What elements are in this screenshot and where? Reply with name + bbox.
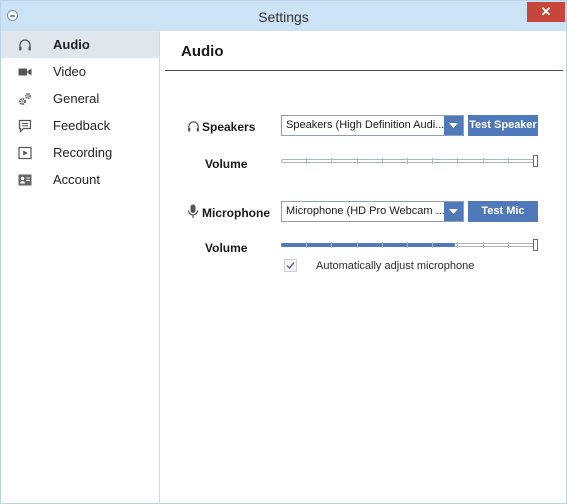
- auto-adjust-checkbox[interactable]: [284, 259, 297, 272]
- slider-tick: [483, 158, 484, 164]
- sidebar-item-label: General: [53, 91, 100, 106]
- test-mic-button[interactable]: Test Mic: [468, 201, 538, 222]
- microphone-icon: [187, 204, 199, 222]
- slider-tick: [306, 158, 307, 164]
- slider-tick: [483, 242, 484, 248]
- close-button[interactable]: ✕: [527, 2, 565, 22]
- slider-tick: [357, 158, 358, 164]
- feedback-icon: [17, 112, 33, 139]
- chevron-down-icon[interactable]: [444, 116, 463, 135]
- slider-thumb[interactable]: [533, 155, 538, 167]
- sidebar-item-label: Audio: [53, 37, 90, 52]
- sidebar-item-audio[interactable]: Audio: [1, 31, 159, 58]
- play-icon: [17, 139, 33, 166]
- sidebar-item-label: Feedback: [53, 118, 111, 133]
- slider-tick: [432, 158, 433, 164]
- speaker-volume-label: Volume: [205, 157, 248, 171]
- slider-tick: [457, 242, 458, 248]
- auto-adjust-label: Automatically adjust microphone: [316, 260, 475, 272]
- slider-tick: [508, 242, 509, 248]
- slider-tick: [382, 158, 383, 164]
- slider-tick: [407, 158, 408, 164]
- gears-icon: [17, 85, 33, 112]
- sidebar-item-general[interactable]: General: [1, 85, 159, 112]
- sidebar-item-label: Account: [53, 172, 100, 187]
- test-speaker-button[interactable]: Test Speaker: [468, 115, 538, 136]
- window-title: Settings: [258, 9, 309, 25]
- speaker-device-value: Speakers (High Definition Audi...: [286, 119, 445, 131]
- sidebar-item-label: Recording: [53, 145, 113, 160]
- sidebar-item-video[interactable]: Video: [1, 58, 159, 85]
- microphone-label: Microphone: [202, 206, 270, 220]
- speakers-label: Speakers: [202, 120, 256, 134]
- slider-tick: [432, 242, 433, 248]
- speaker-volume-slider[interactable]: [281, 155, 538, 167]
- microphone-device-value: Microphone (HD Pro Webcam ...: [286, 205, 445, 217]
- slider-tick: [331, 242, 332, 248]
- audio-settings-panel: Audio Speakers Speakers (High Definition…: [161, 31, 566, 503]
- video-camera-icon: [17, 58, 33, 85]
- slider-tick: [407, 242, 408, 248]
- chevron-down-icon[interactable]: [444, 202, 463, 221]
- settings-sidebar: Audio Video General Feedback Recording A…: [1, 31, 160, 503]
- headphones-icon: [187, 120, 200, 136]
- slider-track: [281, 159, 538, 163]
- sidebar-item-account[interactable]: Account: [1, 166, 159, 193]
- title-divider: [165, 70, 563, 71]
- microphone-volume-label: Volume: [205, 241, 248, 255]
- sidebar-item-recording[interactable]: Recording: [1, 139, 159, 166]
- microphone-select[interactable]: Microphone (HD Pro Webcam ...: [281, 201, 464, 222]
- headphones-icon: [17, 31, 33, 58]
- slider-tick: [382, 242, 383, 248]
- account-icon: [17, 166, 33, 193]
- input-level-fill: [281, 243, 455, 247]
- slider-tick: [508, 158, 509, 164]
- title-bar: Settings ✕: [1, 1, 566, 31]
- sidebar-item-label: Video: [53, 64, 87, 79]
- speaker-select[interactable]: Speakers (High Definition Audi...: [281, 115, 464, 136]
- microphone-volume-slider[interactable]: [281, 239, 538, 251]
- slider-tick: [357, 242, 358, 248]
- sidebar-item-feedback[interactable]: Feedback: [1, 112, 159, 139]
- slider-tick: [331, 158, 332, 164]
- checkmark-icon: [286, 262, 295, 270]
- slider-tick: [457, 158, 458, 164]
- page-title: Audio: [181, 43, 224, 60]
- slider-tick: [306, 242, 307, 248]
- slider-thumb[interactable]: [533, 239, 538, 251]
- settings-window: Settings ✕ Audio Video General Feedback …: [0, 0, 567, 504]
